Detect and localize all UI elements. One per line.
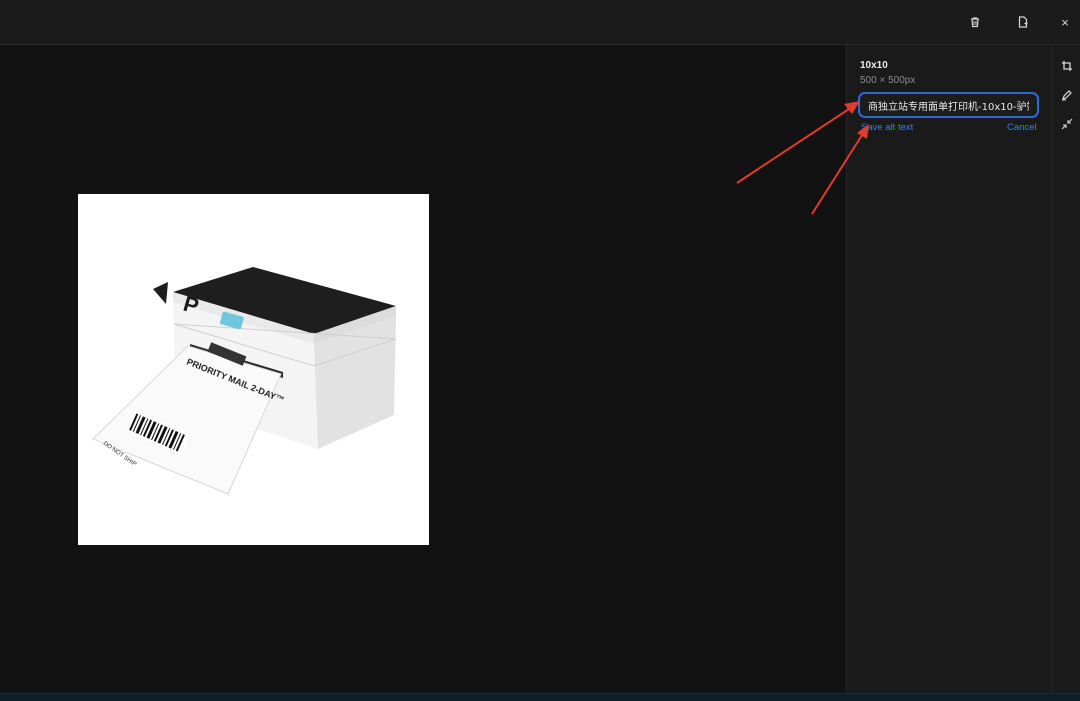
close-icon: × xyxy=(1061,14,1069,30)
image-title: 10x10 xyxy=(860,60,888,71)
image-canvas: PRIORITY MAIL 2-DAY™ DO NOT SHIP P xyxy=(0,45,846,693)
image-details-panel: 10x10 500 × 500px Save alt text Cancel xyxy=(846,45,1051,693)
image-dimensions: 500 × 500px xyxy=(860,75,916,86)
collapse-icon[interactable] xyxy=(1060,117,1074,131)
side-tool-rail xyxy=(1051,45,1080,693)
cancel-button[interactable]: Cancel xyxy=(1007,122,1037,133)
trash-icon[interactable] xyxy=(965,12,985,32)
crop-icon[interactable] xyxy=(1060,59,1074,73)
file-replace-icon[interactable] xyxy=(1013,12,1033,32)
top-toolbar: × xyxy=(0,0,1080,45)
close-button[interactable]: × xyxy=(1055,12,1075,32)
bottom-status-bar xyxy=(0,693,1080,701)
alt-text-input[interactable] xyxy=(858,92,1039,118)
save-alt-text-button[interactable]: Save alt text xyxy=(861,122,913,133)
product-image: PRIORITY MAIL 2-DAY™ DO NOT SHIP P xyxy=(78,194,429,545)
pen-icon[interactable] xyxy=(1060,88,1074,102)
